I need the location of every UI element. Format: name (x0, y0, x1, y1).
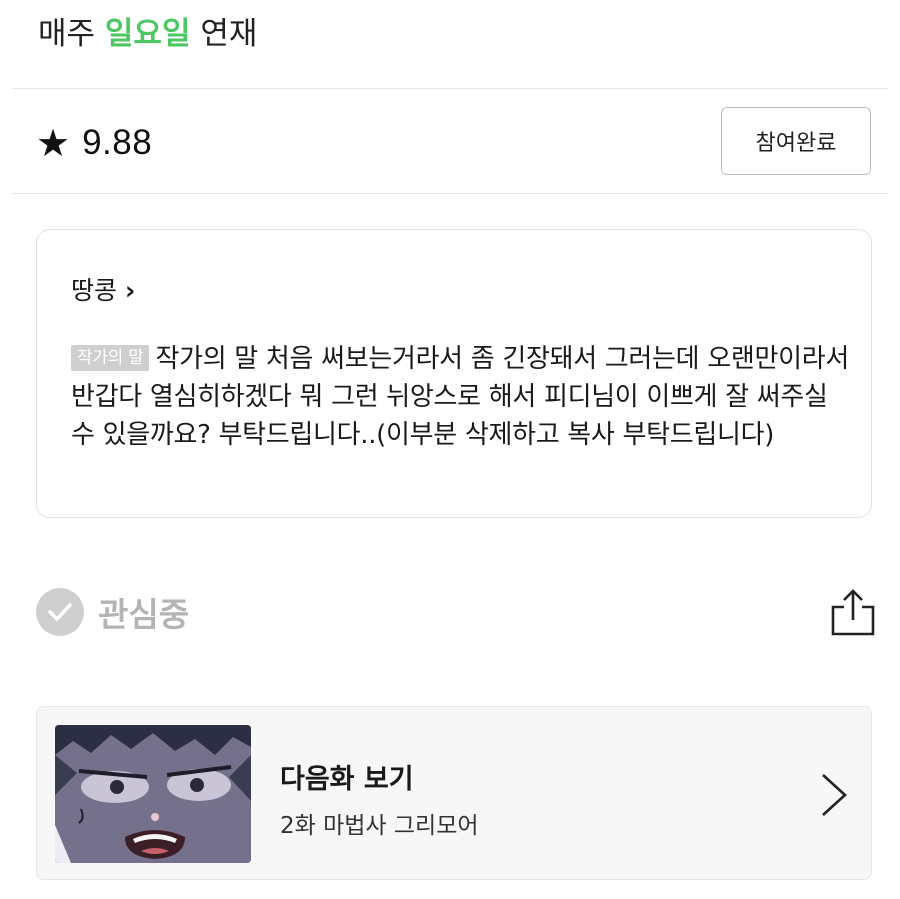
author-note-card: 땅콩 › 작가의 말 작가의 말 처음 써보는거라서 좀 긴장돼서 그러는데 오랜만… (36, 229, 872, 518)
check-circle-icon (36, 588, 84, 636)
next-episode-card[interactable]: 다음화 보기 2화 마법사 그리모어 (36, 706, 872, 880)
divider-top (12, 88, 888, 89)
rating-score: 9.88 (82, 123, 153, 162)
schedule-prefix: 매주 (38, 16, 96, 52)
interest-toggle[interactable]: 관심중 (36, 587, 189, 637)
author-link[interactable]: 땅콩 › (71, 276, 135, 306)
share-button[interactable] (830, 588, 876, 638)
next-episode-thumbnail (55, 725, 251, 863)
author-note-badge: 작가의 말 (71, 345, 150, 371)
chevron-right-icon (822, 774, 847, 816)
vote-complete-button[interactable]: 참여완료 (721, 107, 871, 175)
next-episode-title: 다음화 보기 (280, 764, 414, 795)
author-name: 땅콩 (71, 276, 118, 305)
author-note-text: 작가의 말 작가의 말 처음 써보는거라서 좀 긴장돼서 그러는데 오랜만이라서 … (71, 340, 851, 454)
next-episode-subtitle: 2화 마법사 그리모어 (280, 813, 479, 839)
schedule-day: 일요일 (104, 16, 191, 52)
share-icon (831, 589, 875, 636)
schedule-suffix: 연재 (200, 16, 258, 52)
author-note-body: 작가의 말 처음 써보는거라서 좀 긴장돼서 그러는데 오랜만이라서 반갑다 열… (71, 344, 849, 450)
star-icon: ★ (36, 121, 71, 165)
chevron-right-icon: › (125, 276, 136, 305)
divider-rating (12, 193, 888, 194)
serial-schedule: 매주 일요일 연재 (38, 14, 257, 54)
rating: ★ 9.88 (36, 118, 152, 168)
interest-label: 관심중 (98, 595, 190, 634)
